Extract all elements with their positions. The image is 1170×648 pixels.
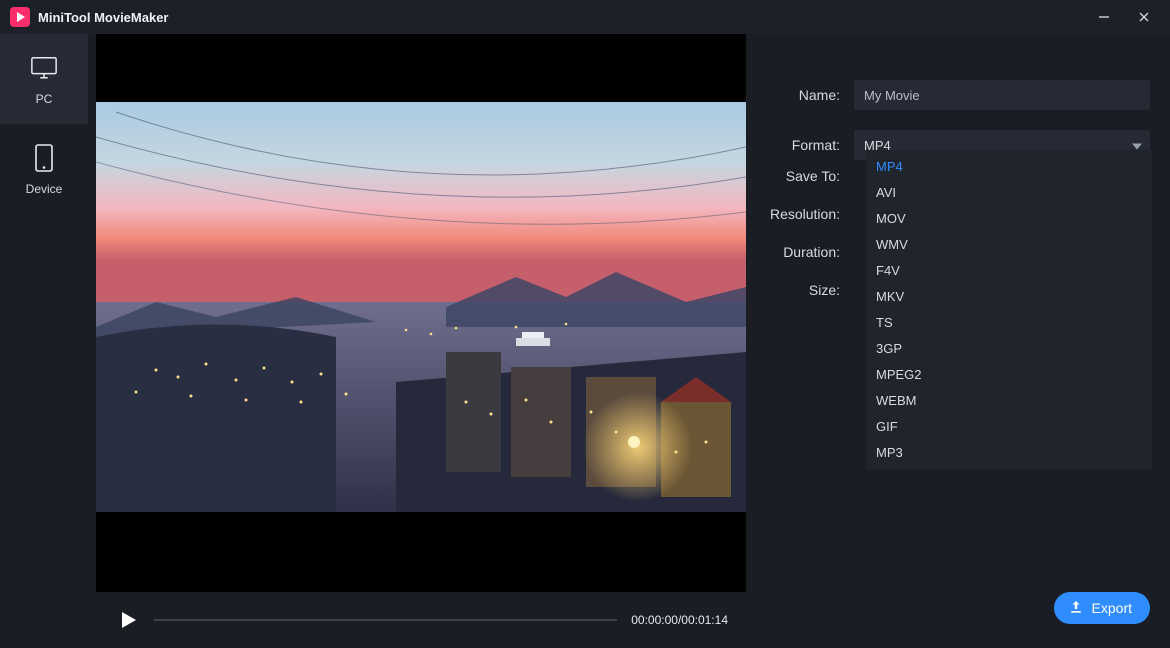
format-option-mkv[interactable]: MKV [866,284,1152,310]
format-label: Format: [748,137,854,153]
saveto-label: Save To: [748,168,854,184]
format-option-wmv[interactable]: WMV [866,232,1152,258]
format-option-mov[interactable]: MOV [866,206,1152,232]
size-label: Size: [748,282,854,298]
video-frame [96,102,746,512]
app-title: MiniTool MovieMaker [38,10,169,25]
format-option-gif[interactable]: GIF [866,414,1152,440]
preview-area: 00:00:00/00:01:14 [88,34,748,648]
app-logo-icon [10,7,30,27]
export-button[interactable]: Export [1054,592,1150,624]
minimize-button[interactable] [1084,3,1124,31]
timecode: 00:00:00/00:01:14 [631,613,728,627]
upload-icon [1068,599,1084,618]
close-button[interactable] [1124,3,1164,31]
format-dropdown: MP4 AVI MOV WMV F4V MKV TS 3GP MPEG2 WEB… [866,150,1152,470]
format-option-mp3[interactable]: MP3 [866,440,1152,466]
export-button-label: Export [1092,600,1132,616]
tab-label: PC [36,92,53,106]
monitor-icon [30,54,58,82]
name-label: Name: [748,87,854,103]
format-option-f4v[interactable]: F4V [866,258,1152,284]
format-option-3gp[interactable]: 3GP [866,336,1152,362]
format-option-ts[interactable]: TS [866,310,1152,336]
format-option-avi[interactable]: AVI [866,180,1152,206]
tab-label: Device [26,182,63,196]
play-button[interactable] [116,608,140,632]
title-bar: MiniTool MovieMaker [0,0,1170,34]
duration-label: Duration: [748,244,854,260]
format-option-mp4[interactable]: MP4 [866,154,1152,180]
resolution-label: Resolution: [748,206,854,222]
tab-device[interactable]: Device [0,124,88,214]
format-option-webm[interactable]: WEBM [866,388,1152,414]
export-target-tabs: PC Device [0,34,88,648]
device-icon [30,144,58,172]
format-option-mpeg2[interactable]: MPEG2 [866,362,1152,388]
video-player [96,34,746,592]
seek-bar[interactable] [154,619,617,621]
player-controls: 00:00:00/00:01:14 [96,592,748,648]
tab-pc[interactable]: PC [0,34,88,124]
name-input[interactable] [854,80,1150,110]
